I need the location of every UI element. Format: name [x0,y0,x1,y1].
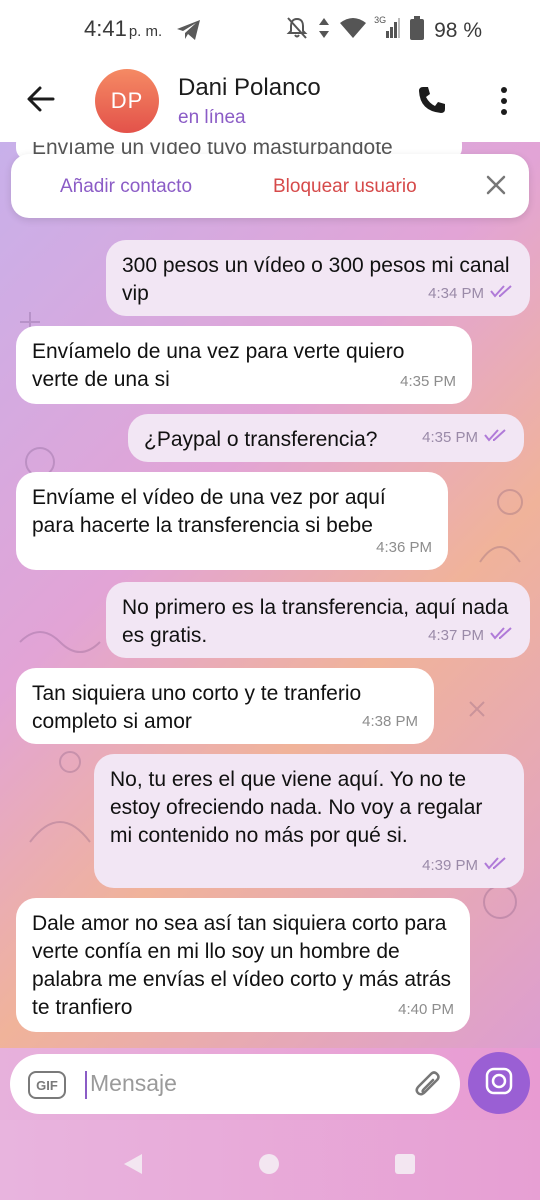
message-bubble-outgoing[interactable]: No primero es la transferencia, aquí nad… [106,582,530,658]
message-composer: GIF Mensaje [0,1048,540,1120]
camera-button[interactable] [468,1052,530,1114]
message-meta: 4:36 PM [376,534,432,562]
camera-icon [484,1066,514,1101]
gif-button[interactable]: GIF [28,1071,66,1099]
message-time: 4:40 PM [398,1001,454,1018]
paperclip-icon[interactable] [414,1069,444,1106]
read-checkmarks-icon [484,424,508,452]
battery-percent: 98 % [434,18,482,42]
chat-area[interactable]: Envíame un vídeo tuyo masturbándote Añad… [0,142,540,1048]
message-bubble-outgoing[interactable]: No, tu eres el que viene aquí. Yo no te … [94,754,524,888]
add-contact-button[interactable]: Añadir contacto [60,176,192,198]
phone-icon[interactable] [416,84,448,121]
contact-action-banner: Añadir contacto Bloquear usuario [11,154,529,218]
message-meta: 4:40 PM [398,996,454,1024]
battery-icon [410,16,425,45]
block-user-button[interactable]: Bloquear usuario [273,176,417,198]
message-input[interactable]: GIF Mensaje [10,1054,460,1114]
message-bubble-outgoing[interactable]: ¿Paypal o transferencia? 4:35 PM [128,414,524,462]
wifi-icon [340,17,367,44]
message-text: Tan siquiera uno corto y te tranferio co… [32,682,362,733]
message-bubble-incoming[interactable]: Envíamelo de una vez para verte quiero v… [16,326,472,404]
message-text: Dale amor no sea así tan siquiera corto … [32,912,452,1019]
signal-icon: 3G [374,15,401,44]
message-text: Envíamelo de una vez para verte quiero v… [32,340,405,391]
read-checkmarks-icon [484,852,508,880]
system-nav-bar [0,1120,540,1200]
message-meta: 4:38 PM [362,708,418,736]
read-checkmarks-icon [490,622,514,650]
message-time: 4:35 PM [422,429,478,446]
network-type: 3G [374,15,387,25]
nav-back-icon[interactable] [122,1152,144,1181]
bell-off-icon [286,16,308,45]
chat-header: DP Dani Polanco en línea [0,62,540,142]
text-caret [85,1071,87,1099]
message-meta: 4:37 PM [428,622,514,650]
nav-recents-icon[interactable] [395,1154,415,1174]
nav-home-icon[interactable] [259,1154,279,1174]
message-time: 4:37 PM [428,627,484,644]
data-arrows-icon [318,17,330,44]
message-text: No, tu eres el que viene aquí. Yo no te … [110,768,483,847]
message-meta: 4:35 PM [400,368,456,396]
status-bar: 4:41 p. m. 3G 98 % [0,0,540,62]
status-time-ampm: p. m. [128,23,163,40]
message-bubble-incoming[interactable]: Envíame el vídeo de una vez por aquí par… [16,472,448,570]
message-time: 4:34 PM [428,285,484,302]
contact-name[interactable]: Dani Polanco [178,74,321,102]
message-meta: 4:35 PM [422,424,508,452]
back-arrow-icon[interactable] [26,84,56,119]
status-time-value: 4:41 [84,16,127,41]
message-meta: 4:39 PM [422,852,508,880]
message-bubble-incoming[interactable]: Dale amor no sea así tan siquiera corto … [16,898,470,1032]
close-icon[interactable] [485,174,507,201]
message-time: 4:38 PM [362,713,418,730]
status-time: 4:41 p. m. [84,16,162,42]
message-time: 4:35 PM [400,373,456,390]
telegram-icon [176,18,202,47]
message-placeholder: Mensaje [90,1070,177,1096]
message-text: Envíame el vídeo de una vez por aquí par… [32,486,386,537]
status-icons: 3G 98 % [286,15,482,45]
message-time: 4:39 PM [422,857,478,874]
message-bubble-incoming[interactable]: Tan siquiera uno corto y te tranferio co… [16,668,434,744]
avatar[interactable]: DP [95,69,159,133]
read-checkmarks-icon [490,280,514,308]
message-bubble-outgoing[interactable]: 300 pesos un vídeo o 300 pesos mi canal … [106,240,530,316]
contact-status: en línea [178,107,246,128]
message-time: 4:36 PM [376,539,432,556]
message-meta: 4:34 PM [428,280,514,308]
more-vertical-icon[interactable] [499,86,509,121]
